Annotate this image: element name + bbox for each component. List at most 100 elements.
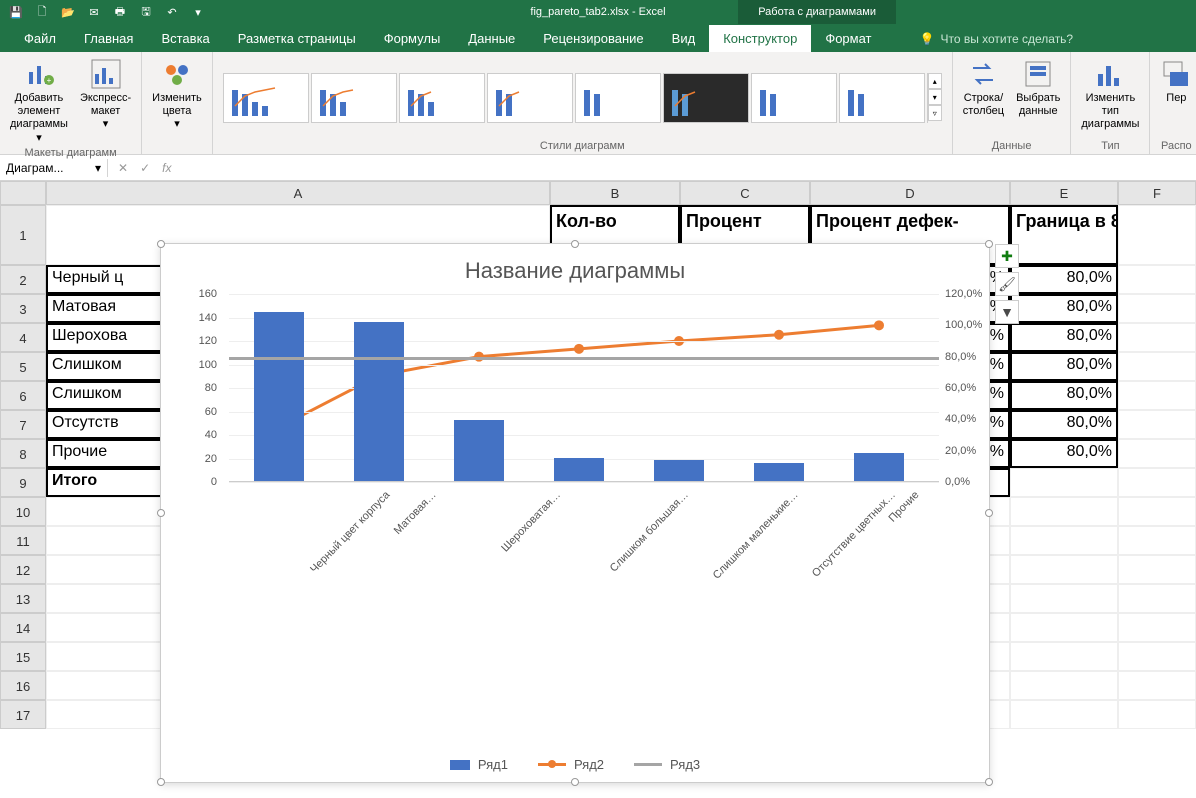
bar[interactable]: [654, 460, 704, 481]
add-chart-element-button[interactable]: + Добавить элемент диаграммы▾: [6, 56, 72, 147]
chart-handle-n[interactable]: [571, 240, 579, 248]
cell-11-F[interactable]: [1118, 526, 1196, 555]
row-header-14[interactable]: 14: [0, 613, 46, 642]
chart-handle-nw[interactable]: [157, 240, 165, 248]
embedded-chart[interactable]: ✚ 🖌 ▼ Название диаграммы 020406080100120…: [160, 243, 990, 783]
cell-7-E[interactable]: 80,0%: [1010, 410, 1118, 439]
worksheet-grid[interactable]: A B C D E F 1234567891011121314151617 Ко…: [0, 181, 1196, 798]
chart-handle-e[interactable]: [985, 509, 993, 517]
row-header-16[interactable]: 16: [0, 671, 46, 700]
cell-5-E[interactable]: 80,0%: [1010, 352, 1118, 381]
row-header-11[interactable]: 11: [0, 526, 46, 555]
legend-item-2[interactable]: Ряд2: [538, 757, 604, 772]
cell-15-F[interactable]: [1118, 642, 1196, 671]
name-box[interactable]: Диаграм...▾: [0, 159, 108, 177]
cell-8-F[interactable]: [1118, 439, 1196, 468]
cell-16-F[interactable]: [1118, 671, 1196, 700]
tab-design[interactable]: Конструктор: [709, 25, 811, 52]
cell-2-E[interactable]: 80,0%: [1010, 265, 1118, 294]
row-header-15[interactable]: 15: [0, 642, 46, 671]
cell-10-E[interactable]: [1010, 497, 1118, 526]
bar[interactable]: [454, 420, 504, 481]
tab-data[interactable]: Данные: [454, 25, 529, 52]
chart-elements-button[interactable]: ✚: [995, 244, 1019, 268]
change-colors-button[interactable]: Изменить цвета▾: [148, 56, 206, 134]
row-header-1[interactable]: 1: [0, 205, 46, 265]
row-header-8[interactable]: 8: [0, 439, 46, 468]
email-icon[interactable]: ✉: [86, 4, 102, 20]
chart-handle-w[interactable]: [157, 509, 165, 517]
row-header-4[interactable]: 4: [0, 323, 46, 352]
cell-4-F[interactable]: [1118, 323, 1196, 352]
cell-5-F[interactable]: [1118, 352, 1196, 381]
qat-dropdown-icon[interactable]: ▾: [190, 4, 206, 20]
chart-styles-button[interactable]: 🖌: [995, 272, 1019, 296]
cell-6-E[interactable]: 80,0%: [1010, 381, 1118, 410]
threshold-line[interactable]: [229, 357, 939, 360]
row-header-10[interactable]: 10: [0, 497, 46, 526]
tab-page-layout[interactable]: Разметка страницы: [224, 25, 370, 52]
tab-insert[interactable]: Вставка: [147, 25, 223, 52]
cell-11-E[interactable]: [1010, 526, 1118, 555]
bar[interactable]: [254, 312, 304, 481]
chart-style-2[interactable]: [311, 73, 397, 123]
tell-me-search[interactable]: 💡 Что вы хотите сделать?: [906, 26, 1088, 52]
gallery-more-button[interactable]: ▿: [928, 105, 942, 121]
cell-15-E[interactable]: [1010, 642, 1118, 671]
tab-formulas[interactable]: Формулы: [370, 25, 455, 52]
cell-13-E[interactable]: [1010, 584, 1118, 613]
gallery-up-button[interactable]: ▴: [928, 73, 942, 89]
express-layout-button[interactable]: Экспресс-макет▾: [76, 56, 135, 134]
col-header-d[interactable]: D: [810, 181, 1010, 205]
col-header-e[interactable]: E: [1010, 181, 1118, 205]
cell-14-F[interactable]: [1118, 613, 1196, 642]
move-chart-button[interactable]: Пер: [1156, 56, 1196, 107]
chart-style-3[interactable]: [399, 73, 485, 123]
fx-icon[interactable]: fx: [162, 161, 171, 175]
row-header-2[interactable]: 2: [0, 265, 46, 294]
cell-12-F[interactable]: [1118, 555, 1196, 584]
cell-9-F[interactable]: [1118, 468, 1196, 497]
undo-icon[interactable]: ↶: [164, 4, 180, 20]
tab-home[interactable]: Главная: [70, 25, 147, 52]
legend-item-1[interactable]: Ряд1: [450, 757, 508, 772]
row-header-5[interactable]: 5: [0, 352, 46, 381]
cell-12-E[interactable]: [1010, 555, 1118, 584]
row-header-17[interactable]: 17: [0, 700, 46, 729]
col-header-b[interactable]: B: [550, 181, 680, 205]
select-data-button[interactable]: Выбрать данные: [1012, 56, 1064, 120]
cell-3-E[interactable]: 80,0%: [1010, 294, 1118, 323]
cell-1-E[interactable]: Граница в 80%: [1010, 205, 1118, 265]
save2-icon[interactable]: 🖫: [138, 4, 154, 20]
tab-review[interactable]: Рецензирование: [529, 25, 657, 52]
tab-view[interactable]: Вид: [658, 25, 710, 52]
cell-17-F[interactable]: [1118, 700, 1196, 729]
col-header-c[interactable]: C: [680, 181, 810, 205]
chart-style-1[interactable]: [223, 73, 309, 123]
save-icon[interactable]: 💾: [8, 4, 24, 20]
row-header-6[interactable]: 6: [0, 381, 46, 410]
col-header-f[interactable]: F: [1118, 181, 1196, 205]
cell-2-F[interactable]: [1118, 265, 1196, 294]
cell-10-F[interactable]: [1118, 497, 1196, 526]
name-box-dropdown-icon[interactable]: ▾: [95, 161, 101, 175]
cell-4-E[interactable]: 80,0%: [1010, 323, 1118, 352]
chart-filters-button[interactable]: ▼: [995, 300, 1019, 324]
tab-file[interactable]: Файл: [10, 25, 70, 52]
cell-14-E[interactable]: [1010, 613, 1118, 642]
row-header-9[interactable]: 9: [0, 468, 46, 497]
switch-row-column-button[interactable]: Строка/ столбец: [959, 56, 1008, 120]
legend-item-3[interactable]: Ряд3: [634, 757, 700, 772]
chart-style-4[interactable]: [487, 73, 573, 123]
change-chart-type-button[interactable]: Изменить тип диаграммы: [1077, 56, 1143, 134]
chart-style-7[interactable]: [751, 73, 837, 123]
cell-7-F[interactable]: [1118, 410, 1196, 439]
cell-9-E[interactable]: [1010, 468, 1118, 497]
chart-handle-s[interactable]: [571, 778, 579, 786]
quickprint-icon[interactable]: 🖶: [112, 4, 128, 20]
open-icon[interactable]: 📂: [60, 4, 76, 20]
chart-style-8[interactable]: [839, 73, 925, 123]
col-header-a[interactable]: A: [46, 181, 550, 205]
bar[interactable]: [854, 453, 904, 481]
chart-style-6[interactable]: [663, 73, 749, 123]
